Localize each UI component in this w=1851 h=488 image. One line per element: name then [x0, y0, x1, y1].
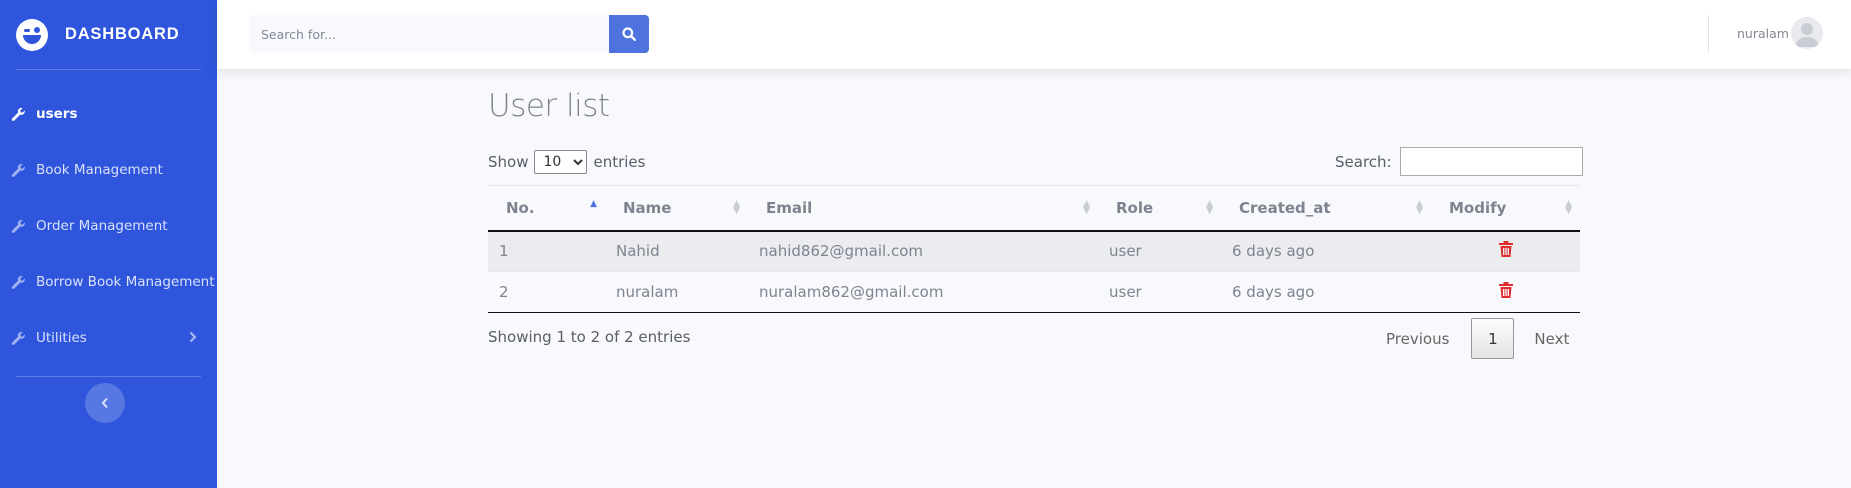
wrench-icon [11, 107, 25, 121]
user-name[interactable]: nuralam [1737, 26, 1789, 41]
search-icon [622, 27, 636, 41]
table-filter: Search: [1335, 147, 1583, 176]
sort-both-icon: ▲ ▼ [1083, 199, 1090, 216]
cell-email: nahid862@gmail.com [759, 242, 923, 261]
cell-modify [1431, 272, 1580, 313]
sidebar-brand[interactable]: DASHBOARD [0, 0, 217, 69]
filter-label: Search: [1335, 152, 1392, 171]
column-header-role[interactable]: Role ▲ ▼ [1098, 186, 1221, 231]
trash-icon[interactable] [1498, 241, 1513, 258]
trash-icon[interactable] [1498, 282, 1513, 298]
chevron-left-icon [101, 397, 108, 409]
cell-email: nuralam862@gmail.com [759, 283, 944, 301]
table-row: 1 Nahid nahid862@gmail.com user 6 days a… [488, 230, 1580, 272]
wrench-icon [11, 163, 25, 177]
pagination: Previous 1 Next [1370, 318, 1585, 359]
table-info: Showing 1 to 2 of 2 entries [488, 328, 691, 346]
wrench-icon [11, 275, 25, 289]
wrench-icon [11, 219, 25, 233]
avatar[interactable] [1791, 17, 1823, 49]
cell-role: user [1109, 283, 1142, 301]
sidebar-item-label: Borrow Book Management [36, 274, 215, 290]
chevron-right-icon [189, 331, 197, 343]
sidebar-item-label: Order Management [36, 218, 168, 234]
previous-button[interactable]: Previous [1370, 330, 1471, 348]
cell-name: nuralam [616, 283, 679, 301]
sidebar-item-borrow-book-management[interactable]: Borrow Book Management [0, 254, 217, 310]
sidebar-item-users[interactable]: users [0, 86, 217, 142]
table-search-input[interactable] [1399, 147, 1583, 176]
column-header-email[interactable]: Email ▲ ▼ [748, 186, 1098, 231]
cell-no: 1 [499, 242, 509, 261]
user-table: No. ▲ Name ▲ ▼ Email ▲ ▼ Role ▲ ▼ Created_at ▲ ▼ … [488, 185, 1580, 313]
sidebar-item-utilities[interactable]: Utilities [0, 310, 217, 366]
sidebar-divider [16, 376, 201, 377]
wink-logo-icon [16, 18, 48, 51]
topbar: nuralam [217, 0, 1851, 69]
column-header-modify[interactable]: Modify ▲ ▼ [1431, 186, 1580, 231]
search-button[interactable] [609, 15, 649, 53]
column-header-created-at[interactable]: Created_at ▲ ▼ [1221, 186, 1431, 231]
table-row: 2 nuralam nuralam862@gmail.com user 6 da… [488, 272, 1580, 313]
sort-both-icon: ▲ ▼ [1206, 199, 1213, 216]
next-button[interactable]: Next [1514, 330, 1585, 348]
sidebar-item-label: Utilities [36, 330, 87, 346]
column-header-name[interactable]: Name ▲ ▼ [605, 186, 748, 231]
length-prefix: Show [488, 153, 529, 171]
length-suffix: entries [593, 153, 646, 171]
wrench-icon [11, 331, 25, 345]
sidebar-item-label: users [36, 106, 78, 122]
sort-both-icon: ▲ ▼ [1565, 199, 1572, 216]
page-button-current[interactable]: 1 [1471, 318, 1515, 359]
brand-title: DASHBOARD [65, 25, 180, 43]
search-input[interactable] [249, 15, 609, 53]
cell-created-at: 6 days ago [1232, 242, 1315, 261]
sort-both-icon: ▲ ▼ [1416, 199, 1423, 216]
sidebar-toggle-button[interactable] [85, 383, 125, 423]
cell-modify [1431, 231, 1580, 272]
cell-no: 2 [499, 283, 509, 301]
topbar-divider [1708, 15, 1709, 53]
cell-role: user [1109, 242, 1142, 261]
sort-both-icon: ▲ ▼ [733, 199, 740, 216]
entries-length: Show 10 entries [488, 150, 645, 174]
cell-name: Nahid [616, 242, 660, 261]
entries-select[interactable]: 10 [534, 150, 588, 174]
sidebar-item-label: Book Management [36, 162, 163, 178]
sidebar-item-book-management[interactable]: Book Management [0, 142, 217, 198]
sidebar: DASHBOARD users Book Management Order Ma… [0, 0, 217, 488]
column-header-no[interactable]: No. ▲ [488, 186, 605, 231]
page-title: User list [488, 88, 610, 124]
sidebar-item-order-management[interactable]: Order Management [0, 198, 217, 254]
topbar-search [249, 15, 649, 53]
table-header-row: No. ▲ Name ▲ ▼ Email ▲ ▼ Role ▲ ▼ Created_at ▲ ▼ … [488, 185, 1580, 231]
sort-asc-icon: ▲ [590, 199, 597, 209]
cell-created-at: 6 days ago [1232, 283, 1315, 301]
user-avatar-icon [1795, 23, 1819, 47]
